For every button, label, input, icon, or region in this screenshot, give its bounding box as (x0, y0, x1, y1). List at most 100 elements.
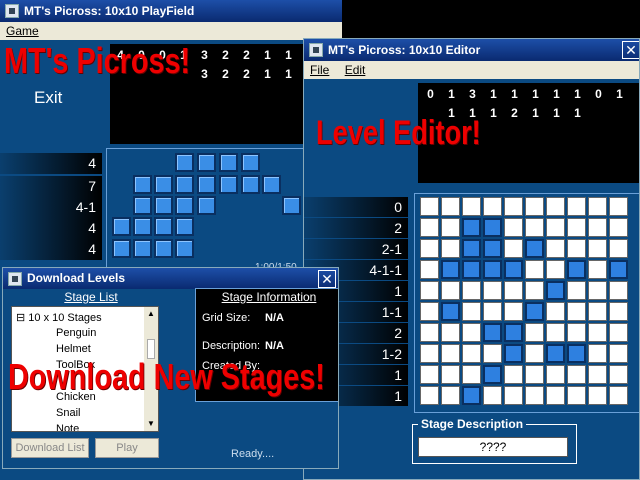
menu-game[interactable]: Game (0, 22, 45, 40)
grid-cell-filled[interactable] (504, 260, 523, 279)
grid-cell-empty[interactable] (588, 323, 607, 342)
tree-item[interactable]: Snail (56, 407, 80, 419)
grid-cell-empty[interactable] (525, 344, 544, 363)
grid-cell-empty[interactable] (504, 365, 523, 384)
grid-cell-empty[interactable] (504, 281, 523, 300)
grid-cell-empty[interactable] (546, 386, 565, 405)
grid-cell-filled[interactable] (525, 302, 544, 321)
grid-cell-empty[interactable] (609, 344, 628, 363)
grid-cell-filled[interactable] (262, 175, 281, 194)
grid-cell-filled[interactable] (567, 260, 586, 279)
grid-cell-filled[interactable] (154, 217, 173, 236)
download-titlebar[interactable]: Download Levels (3, 268, 338, 289)
grid-cell-filled[interactable] (219, 175, 238, 194)
grid-cell-filled[interactable] (504, 323, 523, 342)
grid-cell-empty[interactable] (504, 218, 523, 237)
grid-cell-empty[interactable] (483, 344, 502, 363)
grid-cell-empty[interactable] (609, 239, 628, 258)
grid-cell-empty[interactable] (441, 218, 460, 237)
grid-cell-empty[interactable] (420, 344, 439, 363)
grid-cell-empty[interactable] (588, 386, 607, 405)
tree-item[interactable]: Penguin (56, 327, 96, 339)
grid-cell-empty[interactable] (420, 323, 439, 342)
grid-cell-filled[interactable] (483, 323, 502, 342)
editor-grid[interactable] (414, 193, 639, 413)
playfield-titlebar[interactable]: MT's Picross: 10x10 PlayField (0, 0, 342, 22)
grid-cell-empty[interactable] (588, 239, 607, 258)
grid-cell-empty[interactable] (504, 239, 523, 258)
grid-cell-empty[interactable] (546, 302, 565, 321)
grid-cell-empty[interactable] (483, 302, 502, 321)
grid-cell-empty[interactable] (441, 323, 460, 342)
grid-cell-empty[interactable] (462, 302, 481, 321)
grid-cell-filled[interactable] (175, 217, 194, 236)
grid-cell-filled[interactable] (241, 175, 260, 194)
grid-cell-empty[interactable] (420, 386, 439, 405)
grid-cell-empty[interactable] (609, 365, 628, 384)
grid-cell-filled[interactable] (112, 217, 131, 236)
grid-cell-filled[interactable] (154, 175, 173, 194)
grid-cell-filled[interactable] (112, 239, 131, 258)
grid-cell-empty[interactable] (504, 302, 523, 321)
grid-cell-empty[interactable] (441, 386, 460, 405)
grid-cell-empty[interactable] (546, 260, 565, 279)
grid-cell-empty[interactable] (420, 281, 439, 300)
grid-cell-empty[interactable] (420, 197, 439, 216)
tree-item[interactable]: Helmet (56, 343, 91, 355)
grid-cell-empty[interactable] (609, 281, 628, 300)
grid-cell-empty[interactable] (588, 302, 607, 321)
grid-cell-empty[interactable] (567, 197, 586, 216)
grid-cell-empty[interactable] (462, 365, 481, 384)
play-button[interactable]: Play (95, 438, 159, 458)
grid-cell-empty[interactable] (441, 239, 460, 258)
close-icon[interactable]: ✕ (622, 41, 639, 59)
grid-cell-filled[interactable] (462, 260, 481, 279)
menu-edit[interactable]: Edit (339, 61, 372, 79)
grid-cell-empty[interactable] (546, 197, 565, 216)
grid-cell-filled[interactable] (154, 239, 173, 258)
grid-cell-empty[interactable] (525, 260, 544, 279)
grid-cell-empty[interactable] (609, 218, 628, 237)
grid-cell-empty[interactable] (462, 344, 481, 363)
grid-cell-filled[interactable] (175, 175, 194, 194)
grid-cell-filled[interactable] (133, 196, 152, 215)
grid-cell-empty[interactable] (567, 281, 586, 300)
grid-cell-filled[interactable] (441, 302, 460, 321)
grid-cell-empty[interactable] (420, 218, 439, 237)
grid-cell-empty[interactable] (462, 281, 481, 300)
exit-button[interactable]: Exit (34, 88, 62, 108)
grid-cell-filled[interactable] (483, 239, 502, 258)
grid-cell-empty[interactable] (588, 365, 607, 384)
grid-cell-empty[interactable] (504, 197, 523, 216)
grid-cell-empty[interactable] (525, 218, 544, 237)
download-list-button[interactable]: Download List (11, 438, 89, 458)
grid-cell-filled[interactable] (609, 260, 628, 279)
grid-cell-empty[interactable] (462, 323, 481, 342)
tree-item[interactable]: Note (56, 423, 79, 431)
grid-cell-empty[interactable] (420, 302, 439, 321)
grid-cell-filled[interactable] (175, 153, 194, 172)
grid-cell-filled[interactable] (483, 260, 502, 279)
grid-cell-filled[interactable] (462, 218, 481, 237)
grid-cell-empty[interactable] (588, 197, 607, 216)
scroll-up-icon[interactable]: ▲ (144, 307, 158, 321)
grid-cell-filled[interactable] (154, 196, 173, 215)
grid-cell-filled[interactable] (546, 281, 565, 300)
grid-cell-empty[interactable] (609, 302, 628, 321)
grid-cell-filled[interactable] (197, 196, 216, 215)
grid-cell-empty[interactable] (567, 239, 586, 258)
grid-cell-filled[interactable] (133, 175, 152, 194)
grid-cell-empty[interactable] (483, 197, 502, 216)
grid-cell-empty[interactable] (588, 344, 607, 363)
grid-cell-empty[interactable] (546, 365, 565, 384)
grid-cell-filled[interactable] (197, 175, 216, 194)
grid-cell-empty[interactable] (567, 218, 586, 237)
grid-cell-empty[interactable] (441, 197, 460, 216)
grid-cell-filled[interactable] (462, 239, 481, 258)
grid-cell-filled[interactable] (546, 344, 565, 363)
grid-cell-empty[interactable] (567, 365, 586, 384)
scroll-down-icon[interactable]: ▼ (144, 417, 158, 431)
grid-cell-empty[interactable] (441, 344, 460, 363)
playfield-grid[interactable] (106, 148, 304, 278)
stage-description-input[interactable]: ???? (418, 437, 568, 457)
